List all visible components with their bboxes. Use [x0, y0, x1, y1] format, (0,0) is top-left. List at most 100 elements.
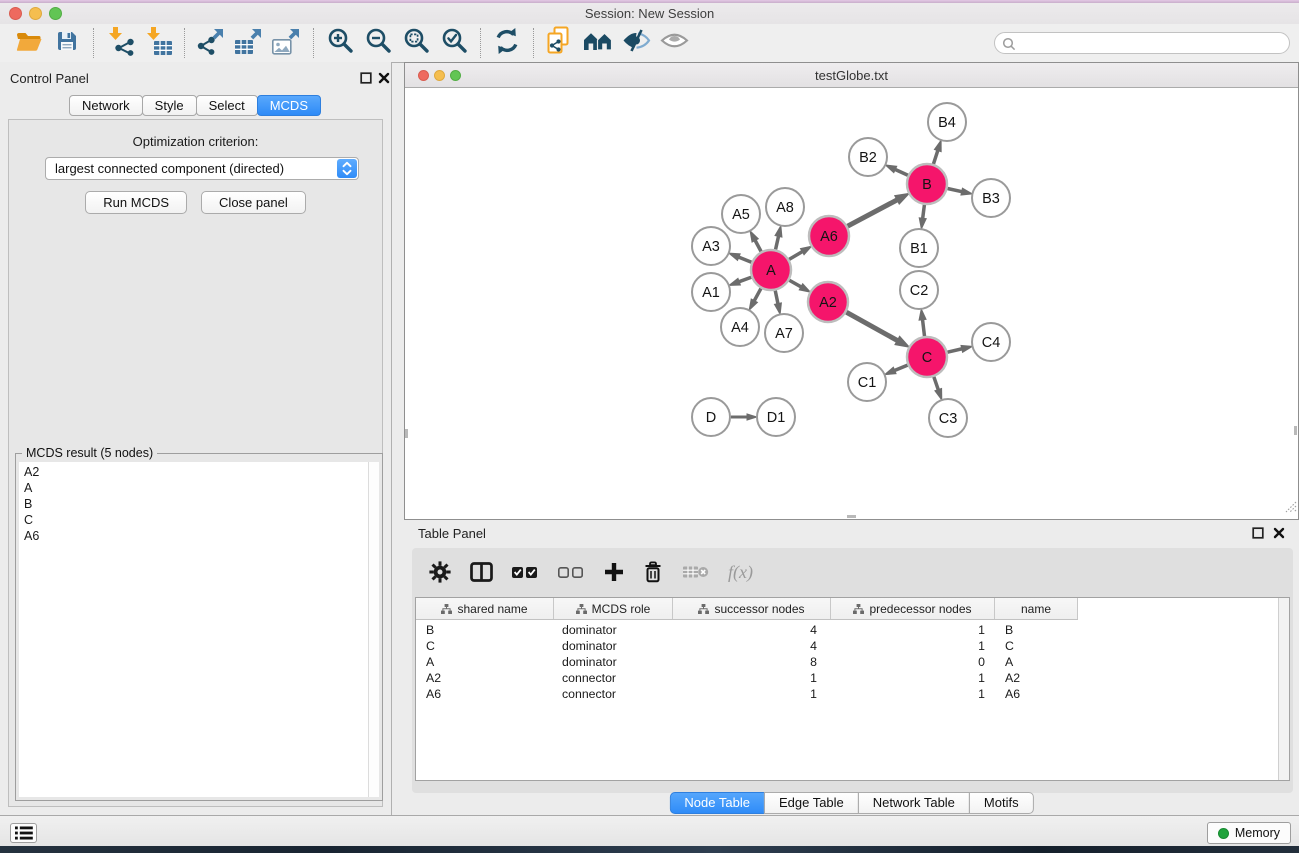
main-titlebar[interactable]: Session: New Session	[0, 3, 1299, 24]
show-columns-button[interactable]	[470, 562, 493, 582]
graph-edge-A-A6[interactable]	[789, 251, 803, 259]
network-window-titlebar[interactable]: testGlobe.txt	[405, 63, 1298, 88]
graph-edge-C-C4[interactable]	[947, 349, 963, 353]
table-row[interactable]: Bdominator41B	[416, 622, 1277, 638]
tab-style[interactable]: Style	[142, 95, 197, 116]
graph-edge-A-A5[interactable]	[754, 239, 761, 251]
export-network-button[interactable]	[192, 26, 230, 60]
show-all-button[interactable]	[655, 26, 693, 60]
console-button[interactable]	[10, 823, 37, 843]
graph-edge-A2-C[interactable]	[846, 312, 898, 341]
zoom-in-button[interactable]	[321, 26, 359, 60]
export-image-button[interactable]	[268, 26, 306, 60]
tab-mcds[interactable]: MCDS	[257, 95, 321, 116]
tab-network[interactable]: Network	[69, 95, 143, 116]
save-session-button[interactable]	[48, 26, 86, 60]
tab-edge-table[interactable]: Edge Table	[764, 792, 859, 814]
zoom-selected-button[interactable]	[435, 26, 473, 60]
table-scrollbar[interactable]	[1278, 598, 1289, 780]
result-scrollbar[interactable]	[368, 462, 379, 797]
table-cell[interactable]: 1	[831, 670, 995, 686]
graph-edge-A-A7[interactable]	[775, 291, 778, 306]
close-panel-icon[interactable]	[378, 71, 392, 85]
graph-edge-A-A1[interactable]	[738, 277, 752, 282]
table-row[interactable]: Adominator80A	[416, 654, 1277, 670]
table-cell[interactable]: 0	[831, 654, 995, 670]
run-mcds-button[interactable]: Run MCDS	[85, 191, 187, 214]
graph-edge-C-C3[interactable]	[934, 377, 939, 391]
mcds-result-item[interactable]: B	[19, 496, 368, 512]
table-cell[interactable]: 1	[673, 670, 831, 686]
resize-grip-icon[interactable]	[1283, 499, 1297, 518]
table-cell[interactable]: B	[416, 622, 554, 638]
column-header-successor-nodes[interactable]: successor nodes	[673, 598, 831, 619]
import-network-button[interactable]	[101, 26, 139, 60]
tab-network-table[interactable]: Network Table	[858, 792, 970, 814]
mcds-result-item[interactable]: C	[19, 512, 368, 528]
zoom-out-button[interactable]	[359, 26, 397, 60]
table-cell[interactable]: A	[995, 654, 1078, 670]
table-cell[interactable]: 1	[831, 638, 995, 654]
deselect-all-button[interactable]	[558, 566, 585, 579]
add-column-button[interactable]	[604, 562, 624, 582]
graph-edge-A-A3[interactable]	[737, 257, 751, 263]
import-table-button[interactable]	[139, 26, 177, 60]
criterion-dropdown[interactable]: largest connected component (directed)	[45, 157, 359, 180]
column-header-shared-name[interactable]: shared name	[416, 598, 554, 619]
table-row[interactable]: A2connector11A2	[416, 670, 1277, 686]
close-panel-button[interactable]: Close panel	[201, 191, 306, 214]
table-cell[interactable]: A6	[416, 686, 554, 702]
graph-edge-B-B3[interactable]	[948, 188, 964, 191]
table-cell[interactable]: A6	[995, 686, 1078, 702]
tab-node-table[interactable]: Node Table	[669, 792, 765, 814]
hide-selected-button[interactable]	[617, 26, 655, 60]
table-cell[interactable]: A2	[995, 670, 1078, 686]
table-cell[interactable]: A2	[416, 670, 554, 686]
table-cell[interactable]: 1	[831, 622, 995, 638]
graph-edge-A-A4[interactable]	[754, 288, 761, 302]
graph-edge-C-C1[interactable]	[893, 365, 907, 371]
mcds-result-item[interactable]: A	[19, 480, 368, 496]
table-cell[interactable]: connector	[554, 686, 673, 702]
table-cell[interactable]: C	[416, 638, 554, 654]
table-cell[interactable]: 8	[673, 654, 831, 670]
graph-edge-A-A8[interactable]	[776, 235, 779, 250]
memory-button[interactable]: Memory	[1207, 822, 1291, 844]
select-all-button[interactable]	[512, 566, 539, 579]
table-row[interactable]: A6connector11A6	[416, 686, 1277, 702]
mcds-result-list[interactable]: A2ABCA6	[19, 462, 368, 797]
graph-edge-B-B1[interactable]	[923, 205, 925, 220]
table-row[interactable]: Cdominator41C	[416, 638, 1277, 654]
graph-edge-C-C2[interactable]	[922, 318, 924, 336]
mcds-result-item[interactable]: A2	[19, 462, 368, 480]
table-cell[interactable]: dominator	[554, 622, 673, 638]
graph-edge-A6-B[interactable]	[848, 199, 899, 226]
column-header-predecessor-nodes[interactable]: predecessor nodes	[831, 598, 995, 619]
first-neighbors-button[interactable]	[579, 26, 617, 60]
network-canvas[interactable]: B4B2BB3A8A5A6A3B1AC2A1A2A4A7C4CC1DD1C3	[405, 88, 1298, 519]
close-table-panel-icon[interactable]	[1273, 526, 1287, 540]
tab-motifs[interactable]: Motifs	[969, 792, 1034, 814]
graph-edge-B-B4[interactable]	[933, 149, 938, 164]
float-panel-icon[interactable]	[360, 71, 374, 85]
table-cell[interactable]: 4	[673, 622, 831, 638]
delete-table-button[interactable]	[682, 564, 709, 580]
table-cell[interactable]: dominator	[554, 638, 673, 654]
open-session-button[interactable]	[10, 26, 48, 60]
search-input[interactable]	[1019, 34, 1281, 52]
float-table-panel-icon[interactable]	[1252, 526, 1266, 540]
table-cell[interactable]: dominator	[554, 654, 673, 670]
graph-edge-B-B2[interactable]	[894, 169, 908, 175]
table-cell[interactable]: B	[995, 622, 1078, 638]
refresh-view-button[interactable]	[488, 26, 526, 60]
table-cell[interactable]: A	[416, 654, 554, 670]
graph-edge-A-A2[interactable]	[789, 280, 802, 287]
function-builder-button[interactable]: f(x)	[728, 562, 753, 583]
table-cell[interactable]: 1	[673, 686, 831, 702]
table-cell[interactable]: 1	[831, 686, 995, 702]
table-cell[interactable]: 4	[673, 638, 831, 654]
export-table-button[interactable]	[230, 26, 268, 60]
column-header-mcds-role[interactable]: MCDS role	[554, 598, 673, 619]
table-settings-button[interactable]	[429, 561, 451, 583]
column-header-name[interactable]: name	[995, 598, 1078, 619]
